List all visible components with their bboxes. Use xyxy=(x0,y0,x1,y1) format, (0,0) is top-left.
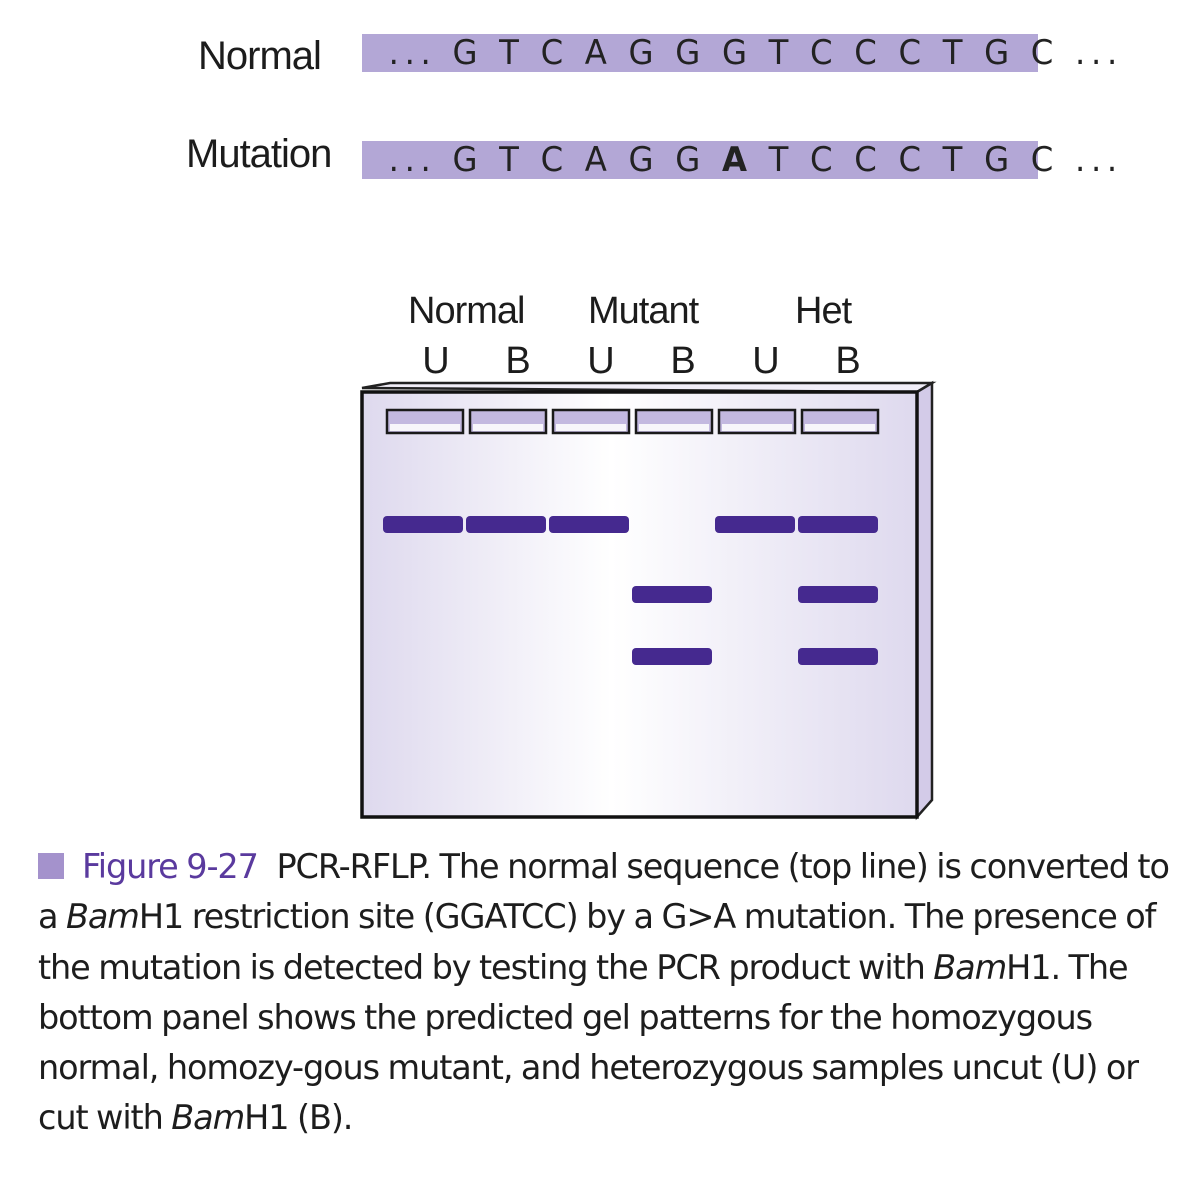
gel-well-lip xyxy=(722,424,792,431)
gel-well-lip xyxy=(473,424,543,431)
gel-group-het: Het xyxy=(795,290,852,332)
gel-well-lip xyxy=(556,424,626,431)
normal-sequence-bar: ... G T C A G G G T C C C T G C ... xyxy=(362,33,1117,73)
mutation-sequence-label: Mutation xyxy=(186,132,332,176)
gel-band-uncut xyxy=(383,516,463,533)
normal-sequence-text: ... G T C A G G G T C C C T G C ... xyxy=(388,33,1123,73)
gel-band-fragment-1 xyxy=(632,586,712,603)
caption-square-icon xyxy=(38,853,64,879)
gel-band-uncut xyxy=(466,516,546,533)
figure-caption: Figure 9-27 PCR-RFLP. The normal sequenc… xyxy=(38,847,1170,1138)
gel-band-fragment-2 xyxy=(632,648,712,665)
gel-well-lip xyxy=(390,424,460,431)
gel-front-face xyxy=(360,390,919,819)
gel-band-uncut xyxy=(798,516,878,533)
mutation-sequence-bar: ... G T C A G G A T C C C T G C ... xyxy=(362,140,1117,180)
normal-sequence-label: Normal xyxy=(198,34,322,78)
gel-side-face xyxy=(915,380,934,821)
gel-well-lip xyxy=(639,424,709,431)
gel-band-fragment-1 xyxy=(798,586,878,603)
gel-group-mutant: Mutant xyxy=(588,290,699,332)
normal-changed-base: G xyxy=(721,33,753,73)
gel-band-uncut xyxy=(715,516,795,533)
gel-diagram xyxy=(360,380,937,821)
figure-number: Figure 9-27 xyxy=(82,847,259,886)
gel-group-normal: Normal xyxy=(408,290,525,332)
gel-band-uncut xyxy=(549,516,629,533)
mutated-base: A xyxy=(721,140,753,180)
gel-band-fragment-2 xyxy=(798,648,878,665)
mutation-sequence-text: ... G T C A G G A T C C C T G C ... xyxy=(388,140,1123,180)
gel-well-lip xyxy=(805,424,875,431)
